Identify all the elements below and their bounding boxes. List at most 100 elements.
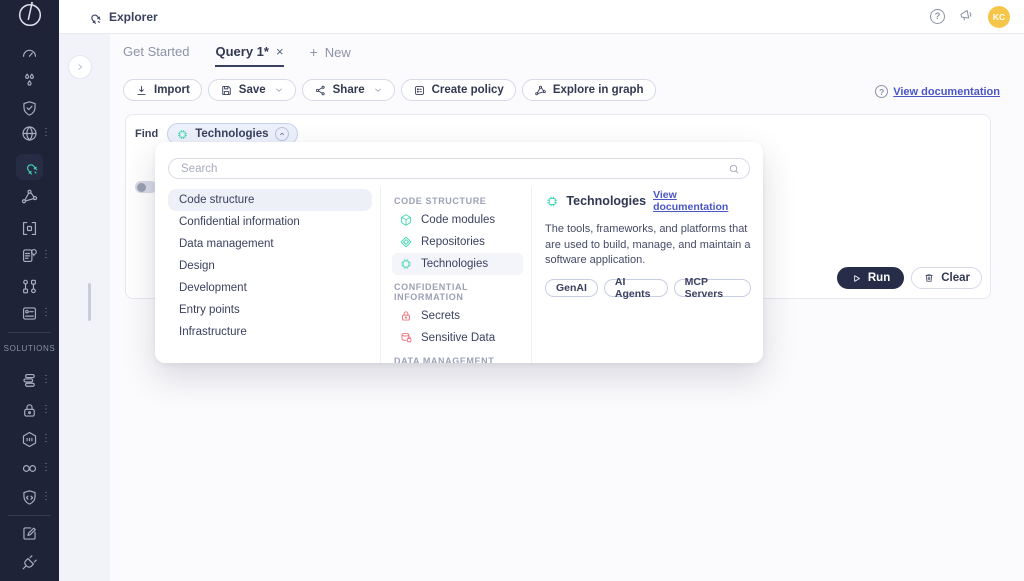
kebab-menu-icon[interactable]: ⋮ [41,374,49,386]
run-button[interactable]: Run [837,267,904,289]
kebab-menu-icon[interactable]: ⋮ [41,491,49,503]
cpu-icon [545,194,559,209]
sidebar-item-graph[interactable] [0,185,59,207]
kebab-menu-icon[interactable]: ⋮ [41,307,49,319]
sidebar-item-compliance[interactable] [0,97,59,119]
megaphone-icon [958,6,975,23]
save-icon [220,84,233,97]
tab-query-1[interactable]: Query 1* × [215,44,283,67]
category-item-design[interactable]: Design [168,255,372,277]
kebab-menu-icon[interactable]: ⋮ [41,433,49,445]
entity-item-repositories[interactable]: Repositories [392,231,523,253]
explorer-magnet-icon [86,9,102,25]
tab-new[interactable]: + New [310,44,351,68]
shield-code-icon [20,488,39,507]
kebab-menu-icon[interactable]: ⋮ [41,462,49,474]
category-item-development[interactable]: Development [168,277,372,299]
lock-icon [399,309,413,323]
explore-in-graph-button[interactable]: Explore in graph [522,79,656,101]
category-item-confidential-information[interactable]: Confidential information [168,211,372,233]
globe-icon [20,124,39,143]
sidebar-item-explorer[interactable] [0,154,59,180]
save-button[interactable]: Save [208,79,296,101]
entity-detail-panel: Technologies View documentation The tool… [545,189,751,297]
graph-icon [534,84,547,97]
documentation-link-row: ? View documentation [875,85,1000,98]
plug-icon [20,553,39,572]
sidebar-divider [8,332,51,333]
sidebar-item-inventory[interactable] [0,217,59,239]
tag-mcp-servers[interactable]: MCP Servers [674,279,751,297]
button-label: Create policy [432,84,504,96]
clusters-icon [20,71,39,90]
announcements-icon[interactable] [958,6,975,28]
tag-ai-agents[interactable]: AI Agents [604,279,668,297]
entity-label: Code modules [421,214,495,226]
category-item-infrastructure[interactable]: Infrastructure [168,321,372,343]
workflows-icon [20,277,39,296]
close-tab-icon[interactable]: × [276,44,284,59]
view-documentation-link[interactable]: View documentation [893,86,1000,98]
app-window: ⋮ ⋮ ⋮ SOLUTIONS ⋮ ⋮ [0,0,1024,581]
group-header-confidential-information: CONFIDENTIAL INFORMATION [394,282,523,302]
cube-icon [399,213,413,227]
download-icon [135,84,148,97]
sidebar-item-integrations[interactable] [0,551,59,573]
search-input[interactable] [168,158,750,179]
tab-get-started[interactable]: Get Started [123,44,189,67]
query-option-toggle[interactable] [135,181,157,193]
entity-item-code-modules[interactable]: Code modules [392,209,523,231]
sidebar-item-workflows[interactable] [0,275,59,297]
share-button[interactable]: Share [302,79,395,101]
inventory-icon [20,219,39,238]
compose-icon [20,524,39,543]
chevron-up-icon[interactable] [275,127,289,141]
import-button[interactable]: Import [123,79,202,101]
insights-icon [20,246,39,265]
kebab-menu-icon[interactable]: ⋮ [41,404,49,416]
kebab-menu-icon[interactable]: ⋮ [41,249,49,261]
active-highlight [16,154,43,180]
clear-button[interactable]: Clear [911,267,982,289]
detail-tags: GenAI AI Agents MCP Servers [545,279,751,297]
create-policy-button[interactable]: Create policy [401,79,516,101]
help-icon[interactable]: ? [930,9,945,24]
tag-genai[interactable]: GenAI [545,279,598,297]
entity-chip-label: Technologies [195,128,268,140]
share-icon [314,84,327,97]
button-label: Save [239,84,266,96]
category-item-data-management[interactable]: Data management [168,233,372,255]
category-item-entry-points[interactable]: Entry points [168,299,372,321]
group-header-code-structure: CODE STRUCTURE [394,196,523,206]
detail-documentation-link[interactable]: View documentation [653,189,751,213]
query-toolbar: Import Save Share Create policy Explore … [123,79,656,101]
sidebar-item-clusters[interactable] [0,69,59,91]
entity-label: Technologies [421,258,488,270]
panel-resize-handle[interactable] [88,283,91,321]
shield-check-icon [20,99,39,118]
entity-label: Secrets [421,310,460,322]
entity-item-technologies[interactable]: Technologies [392,253,523,275]
app-logo[interactable] [0,4,59,26]
search-wrap [168,158,750,179]
topbar-actions: ? KC [930,6,1010,28]
entity-item-sensitive-data[interactable]: Sensitive Data [392,327,523,349]
detail-title: Technologies [566,194,646,208]
gem-icon [399,235,413,249]
button-label: Import [154,84,190,96]
expand-panel-button[interactable] [68,55,92,79]
detail-header: Technologies View documentation [545,189,751,213]
user-avatar[interactable]: KC [988,6,1010,28]
plus-icon: + [310,44,318,60]
entity-item-secrets[interactable]: Secrets [392,305,523,327]
sidebar-item-release-notes[interactable] [0,522,59,544]
chevron-right-icon [74,61,86,73]
cpu-icon [176,128,189,141]
sidebar-divider [8,515,51,516]
category-item-code-structure[interactable]: Code structure [168,189,372,211]
kebab-menu-icon[interactable]: ⋮ [41,127,49,139]
sidebar-item-dashboard[interactable] [0,42,59,64]
api-hexagon-icon [20,430,39,449]
toggle-knob [137,183,146,192]
primary-sidebar: ⋮ ⋮ ⋮ SOLUTIONS ⋮ ⋮ [0,0,59,581]
